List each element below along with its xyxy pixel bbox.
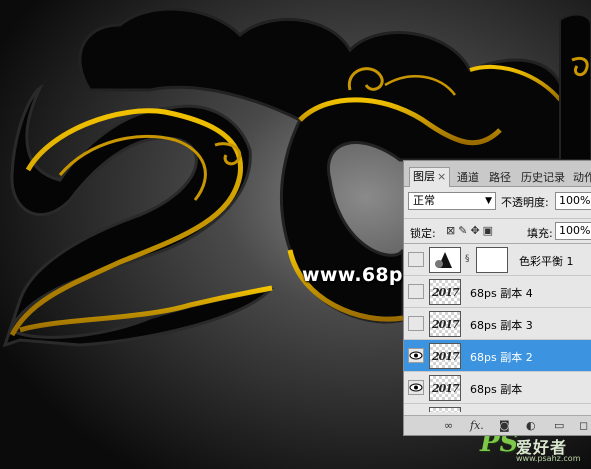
- opacity-input[interactable]: 100%: [555, 192, 591, 210]
- visibility-toggle[interactable]: [408, 284, 424, 299]
- layer-thumbnail: 2017: [429, 311, 461, 337]
- fill-label: 填充:: [527, 227, 553, 240]
- add-mask-icon[interactable]: ◙: [499, 419, 510, 432]
- blend-mode-select[interactable]: 正常 ▼: [408, 192, 496, 210]
- opacity-label: 不透明度:: [501, 196, 549, 209]
- adjustment-layer-icon[interactable]: ◐: [526, 419, 536, 432]
- lock-transparency-icon[interactable]: ⊠: [446, 224, 458, 237]
- tab-actions[interactable]: 动作: [570, 169, 591, 187]
- layer-row[interactable]: § 色彩平衡 1: [404, 244, 591, 276]
- tab-channels[interactable]: 通道: [454, 169, 482, 187]
- lock-paint-icon[interactable]: ✎: [458, 224, 470, 237]
- layer-name[interactable]: 68ps 副本 3: [470, 317, 533, 333]
- lock-label: 锁定:: [410, 227, 436, 240]
- color-balance-adjustment-icon: [429, 247, 461, 273]
- layer-row-partial[interactable]: [404, 404, 591, 412]
- layer-thumbnail: 2017: [429, 343, 461, 369]
- visibility-toggle[interactable]: [408, 252, 424, 267]
- layer-row[interactable]: 2017 68ps 副本 3: [404, 308, 591, 340]
- layer-thumbnail: [429, 407, 461, 412]
- visibility-toggle[interactable]: [408, 380, 424, 395]
- site-logo-url: www.psahz.com: [516, 454, 581, 463]
- panel-tab-bar: 图层 × 通道 路径 历史记录 动作: [404, 161, 591, 187]
- fx-icon[interactable]: fx.: [470, 419, 484, 432]
- new-layer-icon[interactable]: ◻: [579, 419, 588, 432]
- layer-list: § 色彩平衡 1 2017 68ps 副本 4 2017 68ps 副本 3 2…: [404, 243, 591, 412]
- new-group-icon[interactable]: ▭: [554, 419, 564, 432]
- layer-mask-thumbnail[interactable]: [476, 247, 508, 273]
- fill-input[interactable]: 100%: [555, 222, 591, 240]
- layer-name[interactable]: 色彩平衡 1: [519, 253, 574, 269]
- blend-row: 正常 ▼ 不透明度: 100%: [404, 190, 591, 214]
- layer-thumbnail: 2017: [429, 375, 461, 401]
- lock-row: 锁定: ⊠✎✥▣ 填充: 100%: [404, 218, 591, 243]
- tab-paths[interactable]: 路径: [486, 169, 514, 187]
- layer-name[interactable]: 68ps 副本 4: [470, 285, 533, 301]
- lock-position-icon[interactable]: ✥: [470, 224, 482, 237]
- layer-name[interactable]: 68ps 副本: [470, 381, 522, 397]
- eye-icon: [409, 383, 423, 392]
- tab-layers[interactable]: 图层 ×: [409, 167, 451, 187]
- visibility-toggle[interactable]: [408, 316, 424, 331]
- tab-history[interactable]: 历史记录: [518, 169, 568, 187]
- layers-panel: 图层 × 通道 路径 历史记录 动作 正常 ▼ 不透明度: 100% 锁定: ⊠✎…: [403, 160, 591, 436]
- chevron-down-icon: ▼: [485, 196, 492, 206]
- blend-mode-value: 正常: [413, 194, 435, 207]
- lock-all-icon[interactable]: ▣: [483, 224, 496, 237]
- chain-link-icon[interactable]: §: [465, 254, 470, 264]
- panel-footer: ∞ fx. ◙ ◐ ▭ ◻: [404, 415, 591, 435]
- layer-row[interactable]: 2017 68ps 副本: [404, 372, 591, 404]
- layer-row-selected[interactable]: 2017 68ps 副本 2: [404, 340, 591, 372]
- tab-layers-label: 图层: [413, 170, 435, 183]
- close-icon[interactable]: ×: [437, 170, 446, 183]
- link-layers-icon[interactable]: ∞: [444, 419, 453, 432]
- visibility-toggle[interactable]: [408, 348, 424, 363]
- layer-row[interactable]: 2017 68ps 副本 4: [404, 276, 591, 308]
- digit-one-shape: [559, 13, 591, 161]
- lock-icons: ⊠✎✥▣: [446, 224, 496, 237]
- layer-thumbnail: 2017: [429, 279, 461, 305]
- eye-icon: [409, 351, 423, 360]
- layer-name[interactable]: 68ps 副本 2: [470, 349, 533, 365]
